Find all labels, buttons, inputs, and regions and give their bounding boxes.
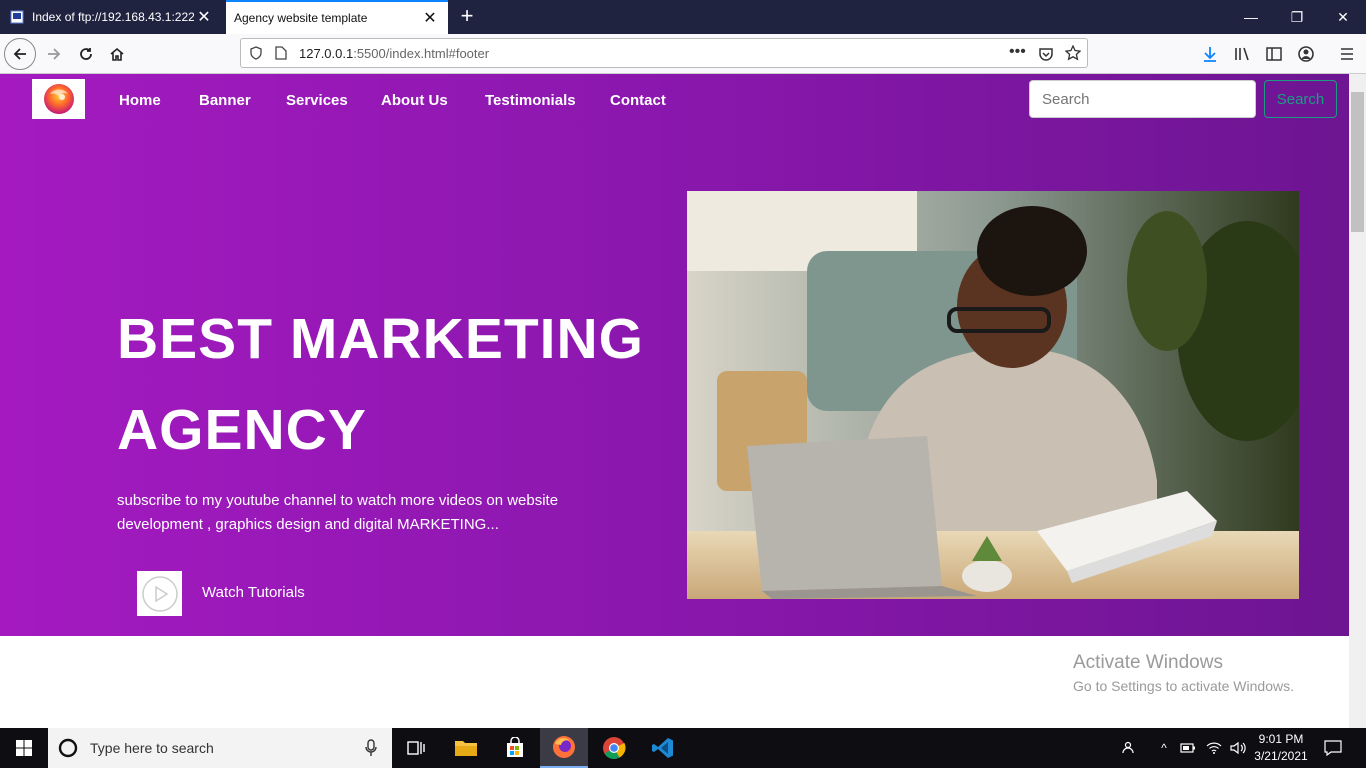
activate-windows-subtitle: Go to Settings to activate Windows. [1073, 678, 1294, 694]
browser-tab-bar: Index of ftp://192.168.43.1:2221 ✕ Agenc… [0, 0, 1366, 34]
pocket-icon[interactable] [1038, 46, 1054, 62]
nav-home[interactable]: Home [119, 92, 161, 109]
reload-icon[interactable] [70, 38, 102, 70]
vscode-icon[interactable] [639, 728, 687, 768]
more-actions-icon[interactable]: ••• [1009, 43, 1026, 61]
hero-photo-woman-laptop [687, 191, 1299, 599]
scrollbar-thumb[interactable] [1351, 92, 1364, 232]
page-icon [275, 46, 287, 60]
close-icon[interactable]: ✕ [1320, 0, 1366, 34]
site-logo[interactable] [32, 79, 85, 119]
fox-logo-icon [43, 84, 74, 114]
hero-section: Home Banner Services About Us Testimonia… [0, 74, 1349, 636]
watch-tutorials-link[interactable]: Watch Tutorials [202, 584, 305, 601]
site-search-input[interactable] [1029, 80, 1256, 118]
hero-description: subscribe to my youtube channel to watch… [117, 492, 559, 533]
minimize-icon[interactable]: — [1228, 0, 1274, 34]
close-icon[interactable]: ✕ [194, 7, 214, 27]
browser-toolbar: 127.0.0.1:5500/index.html#footer ••• [0, 34, 1366, 74]
windows-start-icon[interactable] [0, 728, 48, 768]
bookmark-star-icon[interactable] [1065, 45, 1081, 61]
site-search-button[interactable]: Search [1264, 80, 1337, 118]
url-host: 127.0.0.1 [299, 46, 354, 61]
firefox-icon[interactable] [540, 728, 588, 768]
tab-agency-template[interactable]: Agency website template ✕ [226, 0, 448, 34]
url-text[interactable]: 127.0.0.1:5500/index.html#footer [299, 46, 489, 61]
chevron-up-icon[interactable]: ^ [1155, 728, 1173, 768]
forward-icon[interactable] [38, 38, 70, 70]
taskbar-search-placeholder: Type here to search [90, 740, 214, 756]
store-icon[interactable] [491, 728, 539, 768]
web-page: Home Banner Services About Us Testimonia… [0, 74, 1349, 728]
menu-icon[interactable] [1338, 45, 1356, 63]
taskbar-clock[interactable]: 9:01 PM 3/21/2021 [1252, 731, 1310, 765]
nav-testimonials[interactable]: Testimonials [485, 92, 576, 109]
clock-time: 9:01 PM [1258, 732, 1304, 746]
sidebar-icon[interactable] [1265, 45, 1283, 63]
hero-headline-line2: AGENCY [117, 398, 367, 462]
nav-about-us[interactable]: About Us [381, 92, 448, 109]
plus-icon[interactable]: + [456, 5, 478, 27]
nav-services[interactable]: Services [286, 92, 348, 109]
play-button[interactable] [137, 571, 182, 616]
hero-headline-line1: BEST MARKETING [117, 307, 644, 371]
chrome-icon[interactable] [590, 728, 638, 768]
notification-icon[interactable] [1320, 728, 1346, 768]
task-view-icon[interactable] [392, 728, 440, 768]
shield-icon[interactable] [249, 46, 263, 60]
close-icon[interactable]: ✕ [420, 8, 440, 28]
people-icon[interactable] [1118, 728, 1142, 768]
taskbar-search-box[interactable]: Type here to search [48, 728, 392, 768]
page-scrollbar[interactable] [1349, 74, 1366, 728]
battery-icon[interactable] [1178, 728, 1198, 768]
library-icon[interactable] [1233, 45, 1251, 63]
url-path: :5500/index.html#footer [353, 46, 490, 61]
tab-ftp-index[interactable]: Index of ftp://192.168.43.1:2221 ✕ [0, 0, 222, 34]
wifi-icon[interactable] [1203, 728, 1225, 768]
clock-date: 3/21/2021 [1254, 749, 1308, 763]
volume-icon[interactable] [1227, 728, 1249, 768]
back-icon[interactable] [4, 38, 36, 70]
play-circle-icon [141, 575, 178, 612]
download-icon[interactable] [1201, 45, 1219, 63]
nav-banner[interactable]: Banner [199, 92, 251, 109]
home-icon[interactable] [101, 38, 133, 70]
restore-icon[interactable]: ❐ [1274, 0, 1320, 34]
ftp-page-icon [10, 10, 24, 24]
activate-windows-title: Activate Windows [1073, 652, 1223, 673]
file-explorer-icon[interactable] [442, 728, 490, 768]
account-icon[interactable] [1297, 45, 1315, 63]
windows-taskbar: Type here to search ^ 9:01 PM 3/21/2021 [0, 728, 1366, 768]
tab-title: Agency website template [234, 11, 368, 25]
tab-title: Index of ftp://192.168.43.1:2221 [32, 10, 194, 24]
cortana-circle-icon [58, 738, 78, 758]
microphone-icon[interactable] [364, 739, 378, 757]
nav-contact[interactable]: Contact [610, 92, 666, 109]
address-bar[interactable]: 127.0.0.1:5500/index.html#footer ••• [240, 38, 1088, 68]
